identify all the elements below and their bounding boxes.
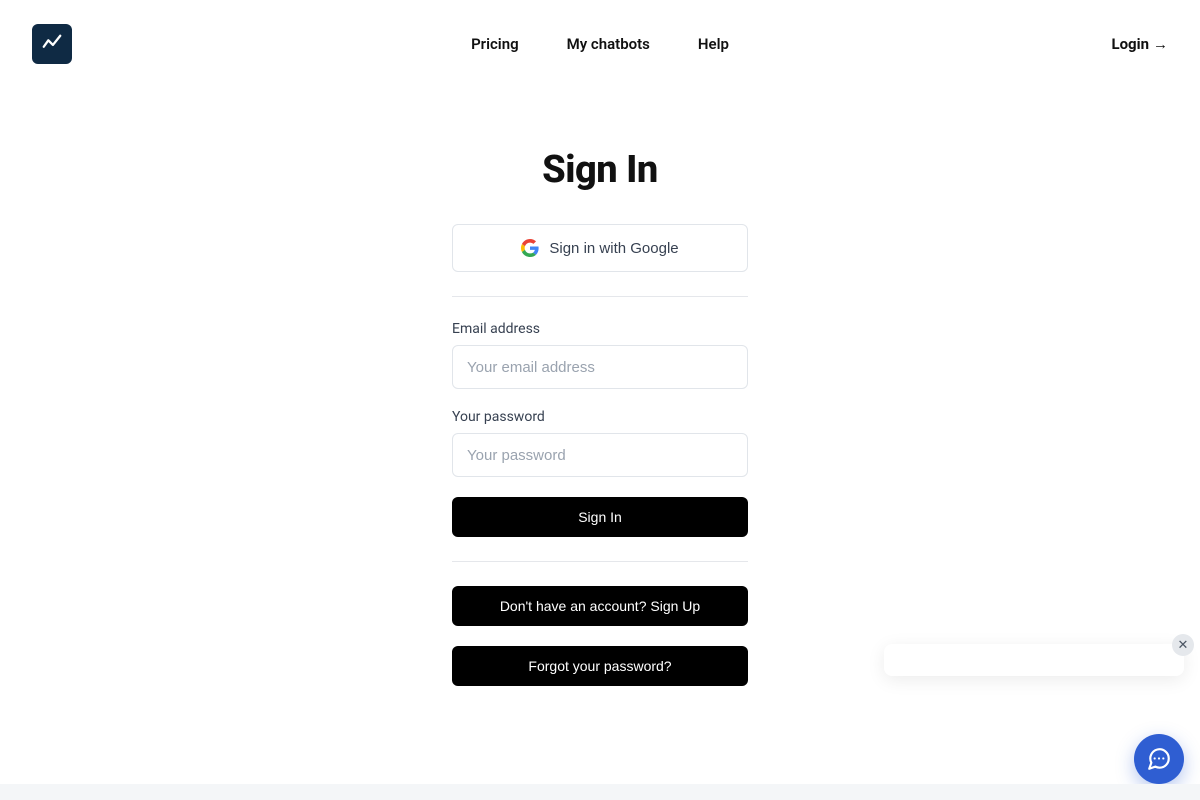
chat-fab-button[interactable] — [1134, 734, 1184, 784]
footer-strip — [0, 784, 1200, 800]
chat-icon — [1146, 746, 1172, 772]
password-label: Your password — [452, 409, 748, 425]
divider — [452, 296, 748, 297]
password-field[interactable] — [452, 433, 748, 477]
top-nav: Pricing My chatbots Help — [471, 35, 729, 53]
divider — [452, 561, 748, 562]
login-link[interactable]: Login → — [1111, 35, 1168, 53]
forgot-password-button[interactable]: Forgot your password? — [452, 646, 748, 686]
page-title: Sign In — [542, 148, 658, 192]
signup-button[interactable]: Don't have an account? Sign Up — [452, 586, 748, 626]
close-icon[interactable]: ✕ — [1172, 634, 1194, 656]
email-label: Email address — [452, 321, 748, 337]
login-label: Login — [1111, 35, 1149, 53]
chat-teaser[interactable]: ✕ — [884, 644, 1184, 676]
email-field[interactable] — [452, 345, 748, 389]
nav-help[interactable]: Help — [698, 35, 729, 53]
signin-button[interactable]: Sign In — [452, 497, 748, 537]
google-signin-label: Sign in with Google — [549, 240, 678, 257]
google-icon — [521, 239, 539, 257]
nav-my-chatbots[interactable]: My chatbots — [567, 35, 650, 53]
arrow-right-icon: → — [1153, 35, 1168, 53]
google-signin-button[interactable]: Sign in with Google — [452, 224, 748, 272]
logo[interactable] — [32, 24, 72, 64]
logo-mark-icon — [41, 33, 63, 55]
nav-pricing[interactable]: Pricing — [471, 35, 519, 53]
